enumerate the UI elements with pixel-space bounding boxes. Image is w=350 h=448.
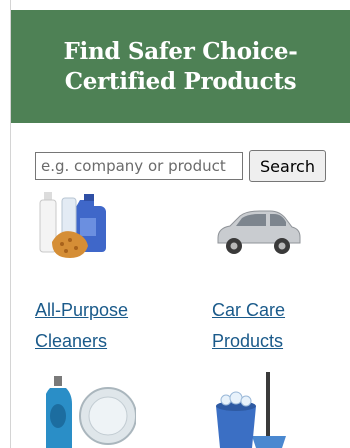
cleaning-bottles-sponge-icon[interactable] bbox=[38, 190, 120, 260]
page-title: Find Safer Choice-Certified Products bbox=[63, 37, 298, 95]
mop-bucket-icon[interactable] bbox=[214, 372, 294, 448]
search-input[interactable] bbox=[35, 152, 243, 180]
search-form: Search bbox=[35, 149, 326, 183]
search-button[interactable]: Search bbox=[249, 150, 326, 182]
car-icon[interactable] bbox=[212, 208, 302, 256]
category-link-all-purpose-cleaners[interactable]: All-Purpose Cleaners bbox=[35, 295, 155, 357]
dish-soap-plate-icon[interactable] bbox=[46, 376, 136, 448]
page-header: Find Safer Choice-Certified Products bbox=[11, 10, 350, 123]
category-link-car-care-products[interactable]: Car Care Products bbox=[212, 295, 332, 357]
page-border bbox=[0, 0, 11, 448]
